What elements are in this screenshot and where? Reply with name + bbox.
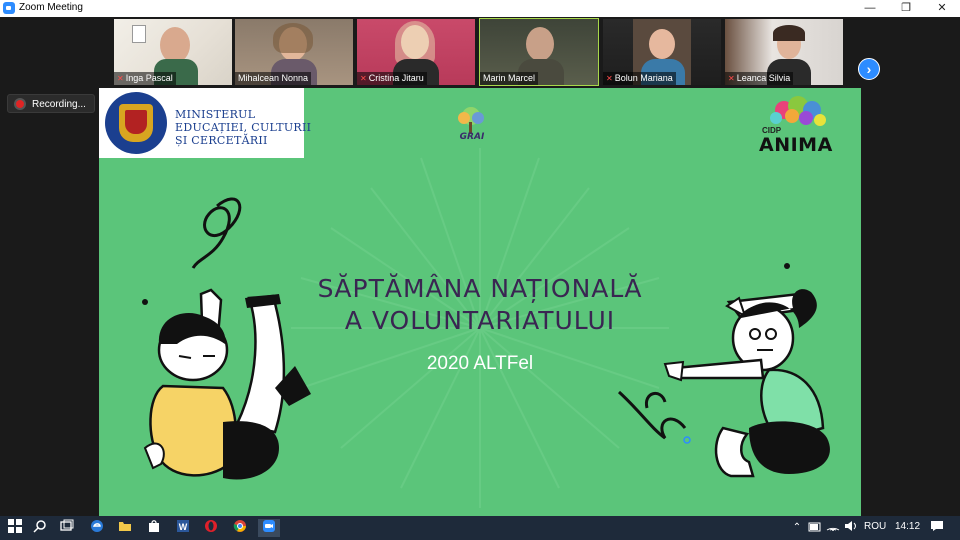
close-button[interactable]: ✕ — [924, 0, 960, 17]
recording-label: Recording... — [32, 99, 86, 110]
minimize-button[interactable]: — — [852, 0, 888, 17]
show-hidden-icons-chevron-icon[interactable]: ⌃ — [788, 519, 806, 537]
volume-icon[interactable] — [842, 519, 860, 537]
participant-tile[interactable]: Mihalcean Nonna — [235, 19, 353, 85]
muted-mic-icon: ✕ — [606, 74, 613, 83]
participant-tile[interactable]: ✕ Bolun Mariana — [603, 19, 721, 85]
windows-start-icon[interactable] — [6, 519, 24, 537]
participant-name-label: ✕ Leanca Silvia — [725, 72, 794, 85]
muted-mic-icon: ✕ — [117, 74, 124, 83]
participant-name-label: Marin Marcel — [480, 72, 539, 85]
search-icon[interactable] — [31, 519, 49, 537]
opera-icon[interactable] — [202, 519, 220, 537]
window-title: Zoom Meeting — [19, 2, 83, 13]
windows-taskbar: W ⌃ ROU 14:12 — [0, 516, 960, 540]
participant-name-label: Mihalcean Nonna — [235, 72, 312, 85]
svg-text:W: W — [179, 522, 188, 532]
shared-screen-slide: MINISTERUL EDUCAȚIEI, CULTURII ȘI CERCET… — [99, 88, 861, 516]
participant-tile[interactable]: ✕ Leanca Silvia — [725, 19, 843, 85]
participant-video-strip: ✕ Inga Pascal Mihalcean Nonna ✕ Cristina J… — [0, 17, 960, 89]
muted-mic-icon: ✕ — [728, 74, 735, 83]
participant-name-label: ✕ Cristina Jitaru — [357, 72, 427, 85]
recording-dot-icon — [16, 100, 24, 108]
restore-button[interactable]: ❐ — [888, 0, 924, 17]
task-view-icon[interactable] — [58, 519, 76, 537]
window-title-bar: Zoom Meeting — ❐ ✕ — [0, 0, 960, 17]
word-icon[interactable]: W — [174, 519, 192, 537]
file-explorer-icon[interactable] — [116, 519, 134, 537]
slide-headline-line-1: SĂPTĂMÂNA NAȚIONALĂ — [317, 274, 643, 303]
system-clock[interactable]: 14:12 — [895, 521, 920, 532]
muted-mic-icon: ✕ — [360, 74, 367, 83]
slide-headline-line-2: A VOLUNTARIATULUI — [344, 306, 616, 335]
participant-tile[interactable]: ✕ Cristina Jitaru — [357, 19, 475, 85]
zoom-icon[interactable] — [258, 519, 280, 537]
wifi-icon[interactable] — [824, 519, 842, 537]
input-language-indicator[interactable]: ROU — [864, 521, 886, 532]
slide-subtitle: 2020 ALTFel — [426, 353, 534, 374]
battery-icon[interactable] — [806, 519, 824, 537]
participant-tile-active-speaker[interactable]: Marin Marcel — [479, 18, 599, 86]
chrome-icon[interactable] — [231, 519, 249, 537]
action-center-notification-icon[interactable] — [928, 519, 946, 537]
recording-indicator[interactable]: Recording... — [7, 94, 95, 113]
zoom-app-icon — [3, 2, 15, 14]
participant-name-label: ✕ Inga Pascal — [114, 72, 176, 85]
next-participants-button[interactable]: › — [858, 58, 880, 80]
store-icon[interactable] — [145, 519, 163, 537]
edge-icon[interactable] — [88, 519, 106, 537]
participant-name-label: ✕ Bolun Mariana — [603, 72, 676, 85]
participant-tile[interactable]: ✕ Inga Pascal — [114, 19, 232, 85]
